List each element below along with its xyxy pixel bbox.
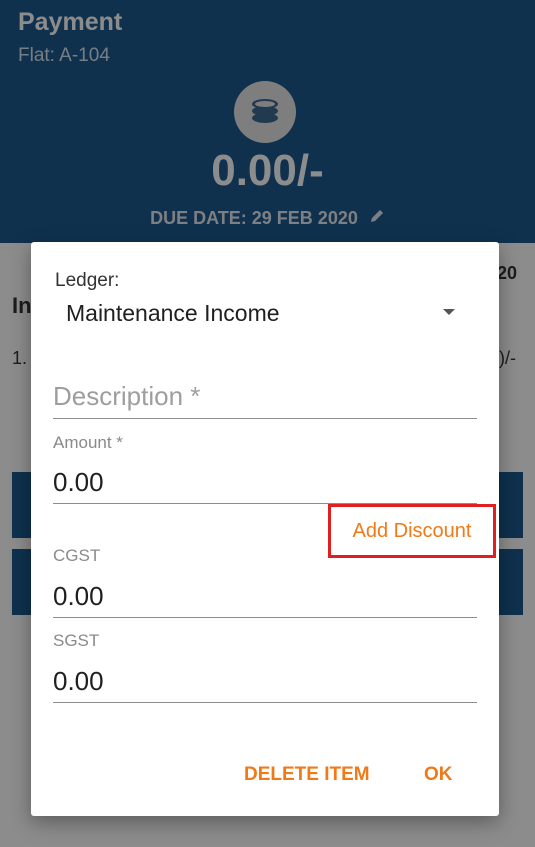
- sgst-label: SGST: [53, 631, 100, 650]
- amount-input[interactable]: 0.00: [53, 467, 104, 498]
- sgst-input[interactable]: 0.00: [53, 666, 104, 697]
- sgst-underline: [53, 702, 477, 703]
- payment-screen: Payment Flat: A-104 0.00/- DUE DATE: 29 …: [0, 0, 535, 847]
- cgst-underline: [53, 617, 477, 618]
- dropdown-arrow-icon[interactable]: [443, 309, 455, 315]
- add-discount-button[interactable]: Add Discount: [328, 504, 496, 558]
- description-underline: [53, 418, 477, 419]
- description-input[interactable]: Description *: [53, 381, 200, 412]
- edit-item-dialog: Ledger: Maintenance Income Description *…: [31, 242, 499, 816]
- cgst-label: CGST: [53, 546, 101, 565]
- cgst-input[interactable]: 0.00: [53, 581, 104, 612]
- ok-button[interactable]: OK: [424, 764, 453, 786]
- ledger-select[interactable]: Maintenance Income: [66, 300, 280, 327]
- delete-item-button[interactable]: DELETE ITEM: [244, 764, 370, 786]
- ledger-label: Ledger:: [55, 270, 120, 291]
- amount-label: Amount *: [53, 433, 123, 452]
